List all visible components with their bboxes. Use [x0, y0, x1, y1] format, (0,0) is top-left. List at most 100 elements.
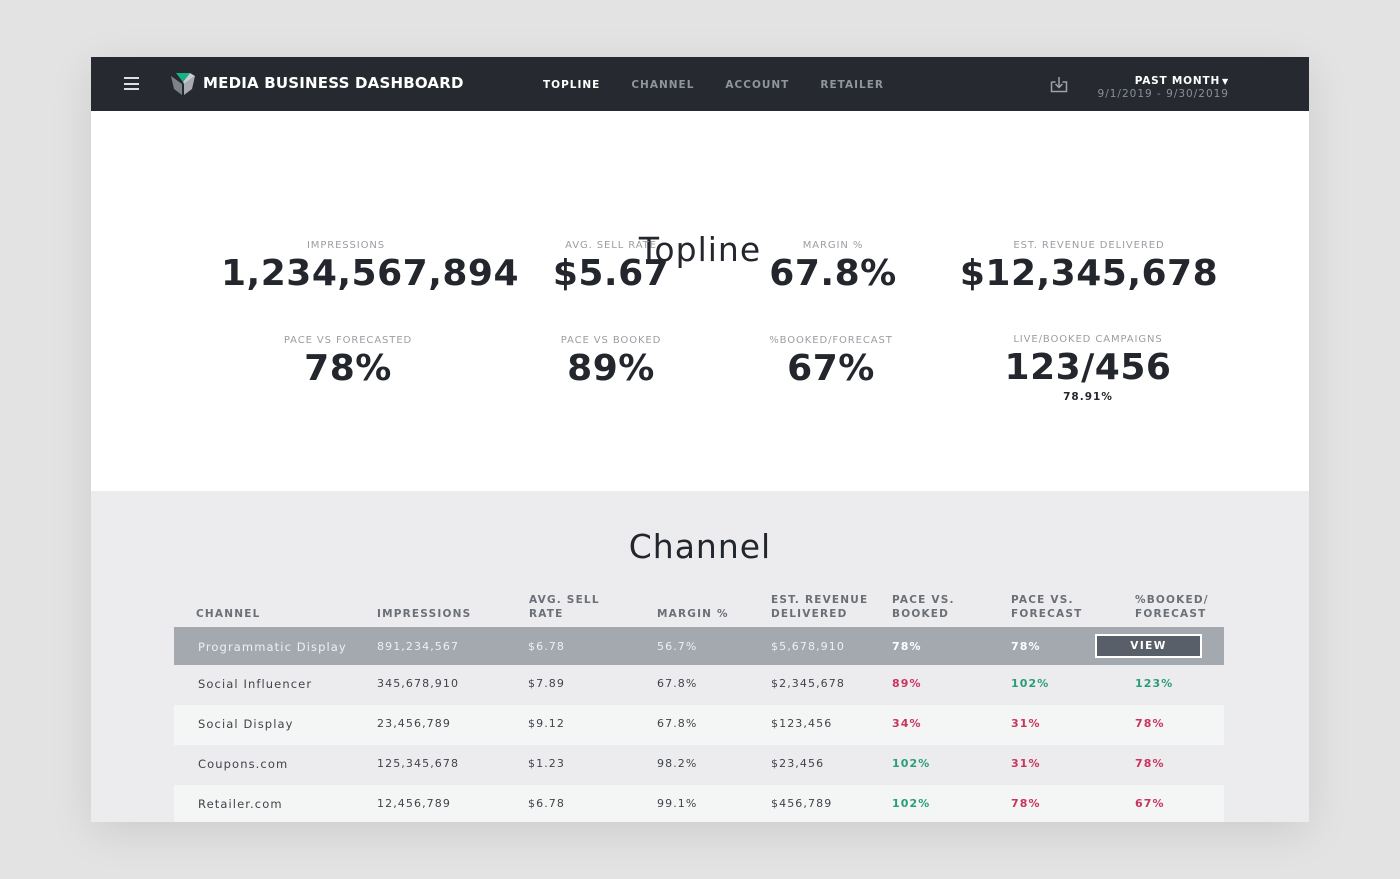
- kpi-sub-percentage: 78.91%: [1063, 391, 1113, 403]
- cell-booked-forecast: 67%: [1135, 797, 1165, 810]
- kpi-value: $5.67: [552, 253, 670, 294]
- cell-revenue: $456,789: [771, 797, 833, 810]
- nav-tab-channel[interactable]: CHANNEL: [631, 79, 694, 91]
- date-period-selector[interactable]: PAST MONTH ▼ 9/1/2019 - 9/30/2019: [1098, 75, 1229, 100]
- chevron-down-icon: ▼: [1222, 77, 1229, 86]
- period-label: PAST MONTH: [1134, 75, 1221, 87]
- kpi-value: 78%: [304, 348, 392, 389]
- kpi-impressions: IMPRESSIONS 1,234,567,894: [221, 240, 520, 294]
- kpi-label: EST. REVENUE DELIVERED: [1013, 240, 1165, 251]
- cell-revenue: $5,678,910: [771, 640, 845, 653]
- cell-sell-rate: $1.23: [528, 757, 565, 770]
- channel-section: Channel CHANNEL IMPRESSIONS AVG. SELL RAT…: [91, 491, 1309, 822]
- cell-pace-forecast: 78%: [1011, 640, 1041, 653]
- brand-logo-icon: [171, 73, 195, 95]
- cell-pace-booked: 78%: [892, 640, 922, 653]
- nav-tab-topline[interactable]: TOPLINE: [543, 79, 600, 91]
- cell-sell-rate: $9.12: [528, 717, 565, 730]
- cell-impressions: 891,234,567: [377, 640, 460, 653]
- column-header-channel[interactable]: CHANNEL: [196, 607, 260, 621]
- kpi-margin: MARGIN % 67.8%: [733, 240, 933, 294]
- cell-pace-booked: 34%: [892, 717, 922, 730]
- cell-pace-booked: 102%: [892, 757, 931, 770]
- cell-margin: 56.7%: [657, 640, 698, 653]
- cell-impressions: 12,456,789: [377, 797, 451, 810]
- cell-booked-forecast: 78%: [1135, 717, 1165, 730]
- dashboard-window: MEDIA BUSINESS DASHBOARD TOPLINE CHANNEL…: [91, 57, 1309, 822]
- top-navigation-bar: MEDIA BUSINESS DASHBOARD TOPLINE CHANNEL…: [91, 57, 1309, 111]
- table-row[interactable]: Retailer.com 12,456,789 $6.78 99.1% $456…: [174, 785, 1224, 822]
- cell-channel: Retailer.com: [198, 797, 283, 811]
- cell-sell-rate: $7.89: [528, 677, 565, 690]
- period-date-range: 9/1/2019 - 9/30/2019: [1097, 88, 1229, 100]
- kpi-value: 67.8%: [769, 253, 897, 294]
- column-header-impressions[interactable]: IMPRESSIONS: [377, 607, 471, 621]
- main-nav: TOPLINE CHANNEL ACCOUNT RETAILER: [543, 79, 915, 91]
- kpi-label: PACE VS BOOKED: [560, 335, 662, 346]
- header-line: DELIVERED: [771, 608, 848, 620]
- cell-margin: 67.8%: [657, 717, 698, 730]
- kpi-label: PACE VS FORECASTED: [283, 335, 413, 346]
- column-header-avg-sell-rate[interactable]: AVG. SELL RATE: [529, 593, 600, 621]
- kpi-booked-forecast: %BOOKED/FORECAST 67%: [731, 335, 931, 389]
- column-header-margin[interactable]: MARGIN %: [657, 607, 729, 621]
- hamburger-menu-icon[interactable]: [124, 77, 139, 90]
- kpi-pace-vs-forecasted: PACE VS FORECASTED 78%: [248, 335, 448, 389]
- header-line: CHANNEL: [196, 608, 261, 620]
- cell-channel: Coupons.com: [198, 757, 289, 771]
- cell-margin: 99.1%: [657, 797, 698, 810]
- kpi-label: IMPRESSIONS: [306, 240, 386, 251]
- cell-channel: Social Influencer: [198, 677, 313, 691]
- cell-pace-forecast: 31%: [1011, 757, 1041, 770]
- header-line: IMPRESSIONS: [377, 608, 472, 620]
- cell-revenue: $23,456: [771, 757, 825, 770]
- kpi-label: LIVE/BOOKED CAMPAIGNS: [1013, 334, 1163, 345]
- cell-impressions: 125,345,678: [377, 757, 460, 770]
- cell-margin: 67.8%: [657, 677, 698, 690]
- column-header-pace-vs-forecast[interactable]: PACE VS. FORECAST: [1011, 593, 1083, 621]
- nav-tab-account[interactable]: ACCOUNT: [725, 79, 789, 91]
- kpi-value: 67%: [787, 348, 875, 389]
- period-dropdown[interactable]: PAST MONTH ▼: [1098, 75, 1229, 87]
- kpi-pace-vs-booked: PACE VS BOOKED 89%: [511, 335, 711, 389]
- header-line: RATE: [529, 608, 564, 620]
- download-icon[interactable]: [1050, 76, 1068, 93]
- kpi-live-booked-campaigns: LIVE/BOOKED CAMPAIGNS 123/456 78.91%: [988, 334, 1188, 403]
- column-header-est-revenue[interactable]: EST. REVENUE DELIVERED: [771, 593, 868, 621]
- kpi-value: 1,234,567,894: [221, 253, 520, 294]
- header-line: AVG. SELL: [529, 594, 600, 606]
- topline-section: Topline IMPRESSIONS 1,234,567,894 AVG. S…: [91, 111, 1309, 491]
- kpi-value: 89%: [567, 348, 655, 389]
- column-header-booked-forecast[interactable]: %BOOKED/FORECAST: [1135, 593, 1209, 621]
- cell-channel: Social Display: [198, 717, 294, 731]
- table-header: CHANNEL IMPRESSIONS AVG. SELL RATE MARGIN…: [174, 587, 1224, 627]
- cell-channel: Programmatic Display: [198, 640, 347, 654]
- header-line: MARGIN %: [657, 608, 729, 620]
- table-row[interactable]: Coupons.com 125,345,678 $1.23 98.2% $23,…: [174, 745, 1224, 785]
- kpi-est-revenue: EST. REVENUE DELIVERED $12,345,678: [959, 240, 1219, 294]
- kpi-value: $12,345,678: [959, 253, 1219, 294]
- cell-sell-rate: $6.78: [528, 640, 565, 653]
- cell-pace-booked: 102%: [892, 797, 931, 810]
- cell-margin: 98.2%: [657, 757, 698, 770]
- nav-tab-retailer[interactable]: RETAILER: [820, 79, 884, 91]
- header-line: FORECAST: [1011, 608, 1083, 620]
- header-line: PACE VS.: [1011, 594, 1074, 606]
- table-row[interactable]: Social Influencer 345,678,910 $7.89 67.8…: [174, 665, 1224, 705]
- cell-revenue: $2,345,678: [771, 677, 845, 690]
- cell-sell-rate: $6.78: [528, 797, 565, 810]
- column-header-pace-vs-booked[interactable]: PACE VS. BOOKED: [892, 593, 955, 621]
- table-row[interactable]: Social Display 23,456,789 $9.12 67.8% $1…: [174, 705, 1224, 745]
- cell-impressions: 23,456,789: [377, 717, 451, 730]
- cell-booked-forecast: 123%: [1135, 677, 1174, 690]
- header-line: EST. REVENUE: [771, 594, 869, 606]
- table-row-selected[interactable]: Programmatic Display 891,234,567 $6.78 5…: [174, 627, 1224, 665]
- header-line: FORECAST: [1135, 608, 1207, 620]
- view-button[interactable]: VIEW: [1095, 634, 1202, 658]
- header-line: PACE VS.: [892, 594, 955, 606]
- kpi-label: MARGIN %: [802, 240, 864, 251]
- app-title: MEDIA BUSINESS DASHBOARD: [203, 74, 464, 92]
- cell-pace-forecast: 31%: [1011, 717, 1041, 730]
- kpi-label: AVG. SELL RATE: [565, 240, 657, 251]
- cell-pace-forecast: 78%: [1011, 797, 1041, 810]
